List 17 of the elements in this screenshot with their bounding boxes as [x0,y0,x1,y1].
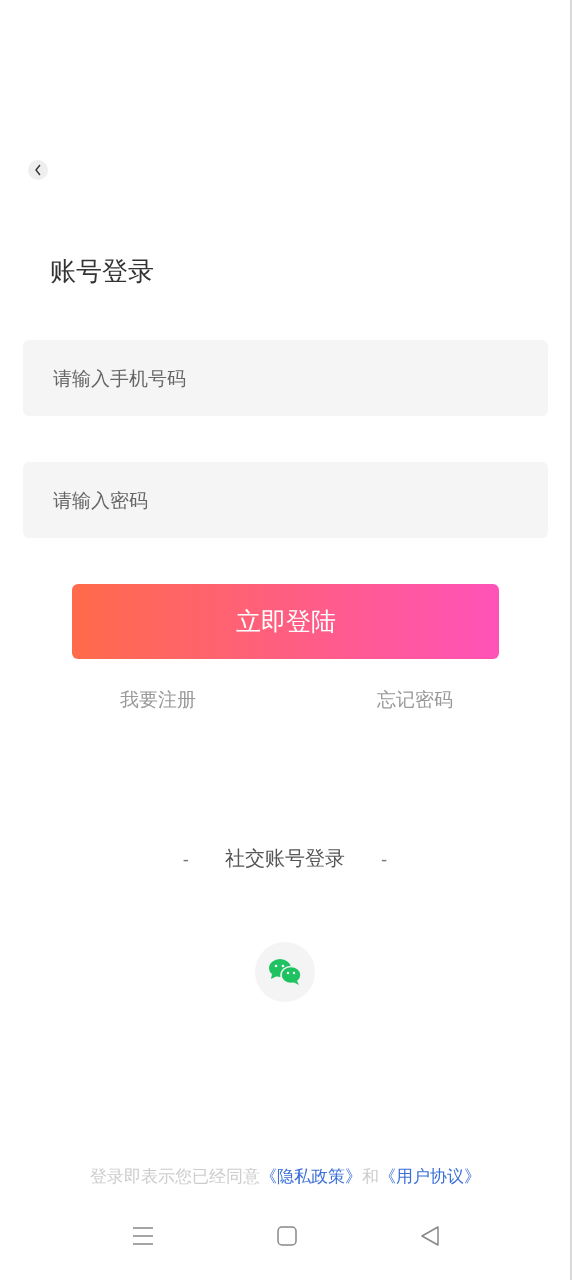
forgot-password-link[interactable]: 忘记密码 [377,685,453,713]
chat-bubbles-icon [268,958,302,986]
privacy-policy-link[interactable]: 《隐私政策》 [259,1166,362,1186]
back-nav-icon[interactable] [421,1226,439,1246]
phone-field[interactable]: 请输入手机号码 [23,340,548,416]
back-button[interactable] [28,160,48,180]
menu-icon[interactable] [133,1227,153,1245]
page-title: 账号登录 [50,256,155,286]
user-agreement-link[interactable]: 《用户协议》 [378,1166,481,1186]
register-link[interactable]: 我要注册 [120,685,196,713]
social-login-heading: 社交账号登录 [225,845,345,872]
dash: - [182,848,189,869]
login-button[interactable]: 立即登陆 [72,584,499,659]
home-icon[interactable] [277,1226,297,1246]
dash: - [381,848,388,869]
password-field[interactable]: 请输入密码 [23,462,548,538]
back-icon [34,164,42,176]
